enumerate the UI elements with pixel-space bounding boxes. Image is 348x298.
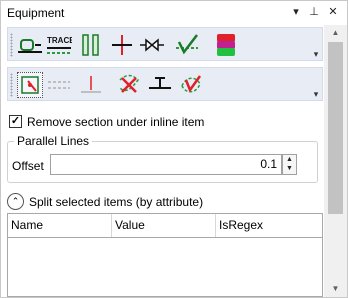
- tee-junction-icon[interactable]: [147, 72, 173, 98]
- pin-icon[interactable]: ⊥: [307, 5, 321, 19]
- check-path-icon[interactable]: [174, 32, 200, 58]
- endpoint-tee-icon[interactable]: [78, 72, 104, 98]
- parallel-lines-group: Parallel Lines Offset 0.1 ▲ ▼: [7, 134, 318, 183]
- trace-line-icon[interactable]: TRACE: [46, 32, 72, 58]
- bowtie-valve-icon[interactable]: [139, 32, 165, 58]
- panel-scrollbar[interactable]: ▲ ▼: [324, 25, 347, 297]
- scroll-up-icon[interactable]: ▲: [324, 25, 347, 41]
- equipment-panel: Equipment ▾ ⊥ ✕ TRACE ▾ ▾ ✓ Remove secti…: [0, 0, 348, 298]
- insert-valve-icon[interactable]: [17, 32, 43, 58]
- spin-up-icon[interactable]: ▲: [283, 155, 296, 164]
- panel-content: TRACE ▾ ▾ ✓ Remove section under inline …: [1, 25, 324, 297]
- validate-path-icon[interactable]: [178, 72, 204, 98]
- attributes-grid[interactable]: Name Value IsRegex: [7, 213, 323, 297]
- offset-input[interactable]: 0.1: [50, 154, 282, 175]
- spin-down-icon[interactable]: ▼: [283, 164, 296, 173]
- toolbar-overflow-icon[interactable]: ▾: [312, 50, 320, 59]
- delete-path-icon[interactable]: [116, 72, 142, 98]
- toolbar-equipment-2: ▾: [7, 67, 323, 101]
- scroll-thumb[interactable]: [328, 42, 343, 214]
- offset-spinner: ▲ ▼: [282, 154, 297, 175]
- column-header-name[interactable]: Name: [8, 214, 112, 237]
- split-items-label: Split selected items (by attribute): [29, 195, 204, 209]
- dashed-lines-icon[interactable]: [46, 72, 72, 98]
- toolbar-grip[interactable]: [10, 33, 13, 57]
- toolbar-overflow-icon[interactable]: ▾: [312, 90, 320, 99]
- panel-titlebar: Equipment ▾ ⊥ ✕: [1, 1, 347, 25]
- column-header-value[interactable]: Value: [112, 214, 216, 237]
- scroll-down-icon[interactable]: ▼: [324, 281, 347, 297]
- parallel-pipes-icon[interactable]: [78, 32, 104, 58]
- close-icon[interactable]: ✕: [326, 5, 340, 19]
- trace-text: TRACE: [47, 36, 72, 45]
- remove-section-label: Remove section under inline item: [27, 115, 205, 129]
- collapse-chevron-icon[interactable]: ⌃: [7, 193, 24, 210]
- toolbar-equipment-1: TRACE ▾: [7, 27, 323, 61]
- cross-section-icon[interactable]: [109, 32, 135, 58]
- column-header-isregex[interactable]: IsRegex: [216, 214, 322, 237]
- toolbar-grip[interactable]: [10, 73, 13, 97]
- panel-title: Equipment: [7, 6, 65, 20]
- menu-dropdown-icon[interactable]: ▾: [289, 5, 303, 19]
- color-layers-icon[interactable]: [213, 32, 239, 58]
- offset-label: Offset: [12, 159, 44, 173]
- remove-section-checkbox[interactable]: ✓: [9, 115, 22, 128]
- grid-header: Name Value IsRegex: [8, 214, 322, 238]
- parallel-lines-legend: Parallel Lines: [14, 134, 93, 148]
- select-element-icon[interactable]: [17, 72, 43, 98]
